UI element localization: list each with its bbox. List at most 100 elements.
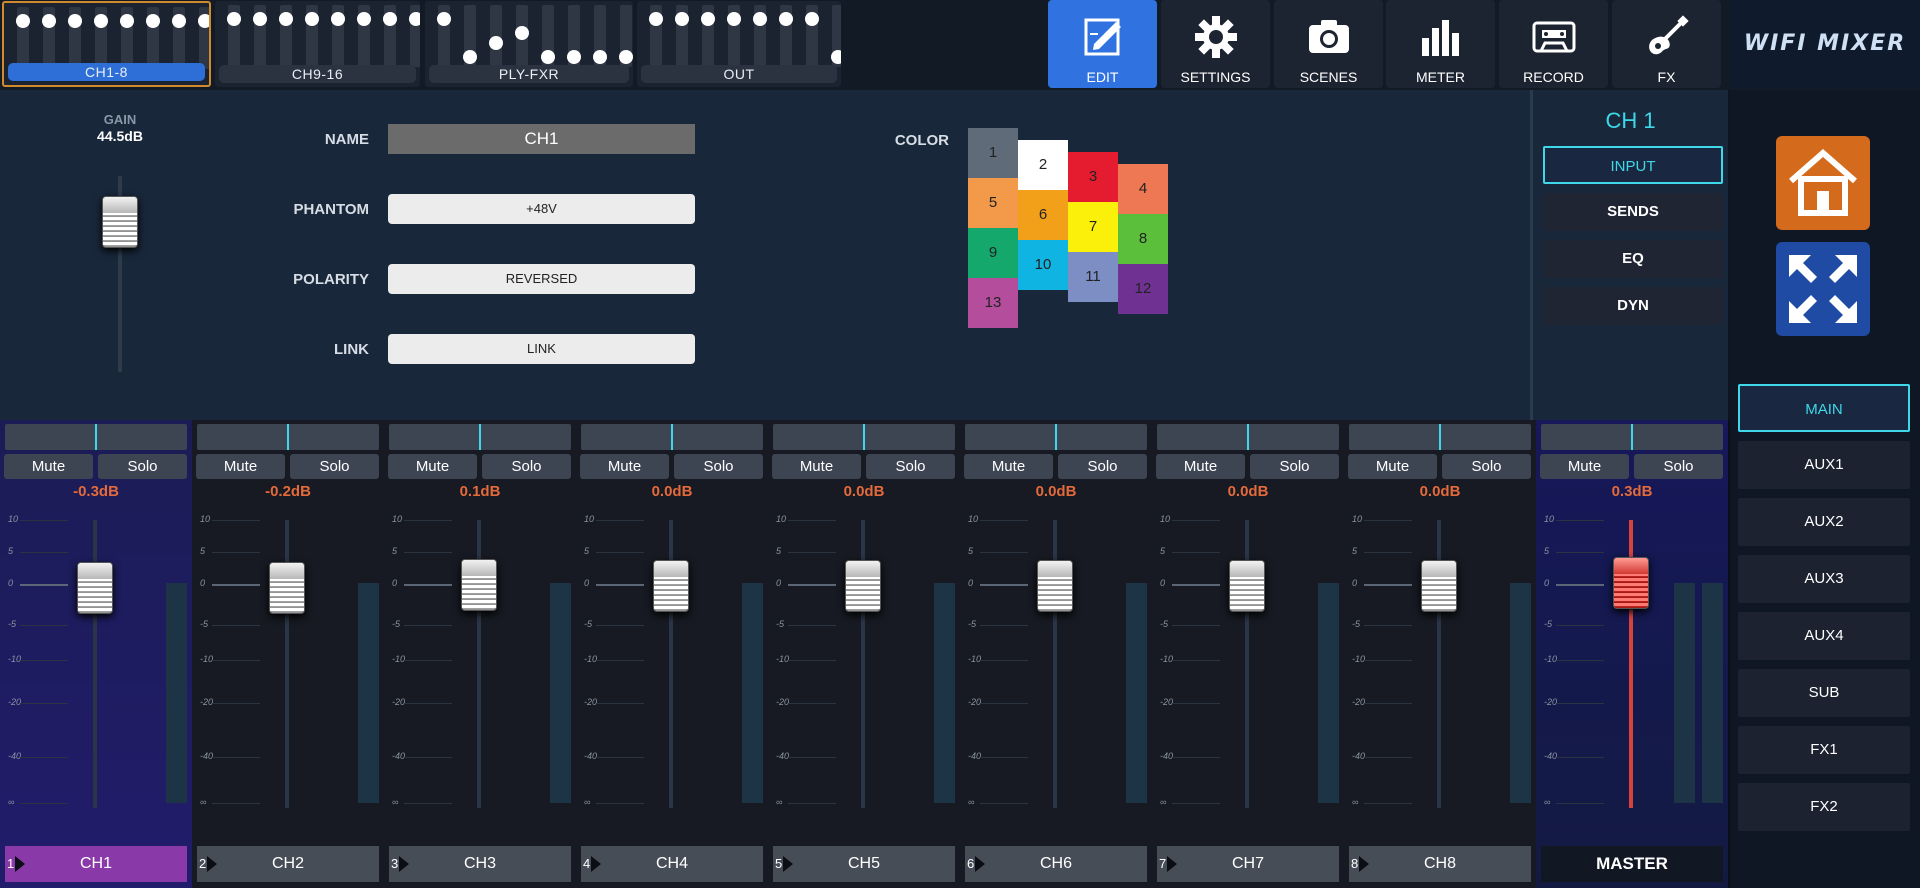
bank-ch9-16[interactable]: CH9-16 [215,1,420,87]
nav-sends-button[interactable]: SENDS [1543,193,1723,231]
gain-fader[interactable] [102,196,138,248]
color-swatch-7[interactable]: 7 [1068,202,1118,252]
channel-name-label[interactable]: CH2 [197,846,379,882]
toolbar-fx-button[interactable]: FX [1612,0,1721,88]
nav-eq-button[interactable]: EQ [1543,240,1723,278]
channel-fader[interactable] [269,562,305,614]
channel-fader[interactable] [1421,560,1457,612]
channel-name-label[interactable]: CH6 [965,846,1147,882]
phantom-field[interactable]: +48V [388,194,695,224]
channel-fader[interactable] [1037,560,1073,612]
mute-button[interactable]: Mute [772,454,861,479]
scale-label: -10 [968,654,982,664]
scale-label: 0 [392,578,398,588]
solo-button[interactable]: Solo [1058,454,1147,479]
bank-out[interactable]: OUT [637,1,841,87]
output-aux3-button[interactable]: AUX3 [1738,555,1910,603]
color-swatch-1[interactable]: 1 [968,128,1018,178]
color-swatch-3[interactable]: 3 [1068,152,1118,202]
home-icon[interactable] [1776,136,1870,230]
scale-label: -10 [200,654,214,664]
toolbar-record-button[interactable]: RECORD [1499,0,1608,88]
output-aux2-button[interactable]: AUX2 [1738,498,1910,546]
channel-name-label[interactable]: CH7 [1157,846,1339,882]
color-swatch-5[interactable]: 5 [968,178,1018,228]
gain-db-readout: 0.3dB [1611,483,1653,500]
bank-mini-fader-knob [16,14,30,28]
channel-name-label[interactable]: CH5 [773,846,955,882]
channel-fader[interactable] [1613,557,1649,609]
solo-button[interactable]: Solo [1250,454,1339,479]
channel-fader[interactable] [845,560,881,612]
pan-control[interactable] [1157,424,1339,450]
channel-name-label[interactable]: CH1 [5,846,187,882]
pan-control[interactable] [389,424,571,450]
polarity-field[interactable]: REVERSED [388,264,695,294]
mute-button[interactable]: Mute [1540,454,1629,479]
toolbar-scenes-button[interactable]: SCENES [1274,0,1383,88]
output-sub-button[interactable]: SUB [1738,669,1910,717]
name-field[interactable]: CH1 [388,124,695,154]
channel-name-label[interactable]: CH4 [581,846,763,882]
gain-db-readout: 0.0dB [1419,483,1461,500]
solo-button[interactable]: Solo [290,454,379,479]
channel-fader[interactable] [461,559,497,611]
output-fx2-button[interactable]: FX2 [1738,783,1910,831]
solo-button[interactable]: Solo [866,454,955,479]
mute-button[interactable]: Mute [1156,454,1245,479]
pan-control[interactable] [5,424,187,450]
channel-fader[interactable] [77,562,113,614]
output-main-button[interactable]: MAIN [1738,384,1910,432]
output-aux1-button[interactable]: AUX1 [1738,441,1910,489]
solo-button[interactable]: Solo [1634,454,1723,479]
mute-button[interactable]: Mute [196,454,285,479]
toolbar-meter-button[interactable]: METER [1386,0,1495,88]
nav-input-button[interactable]: INPUT [1543,146,1723,184]
pan-control[interactable] [581,424,763,450]
mute-button[interactable]: Mute [580,454,669,479]
channel-number: 8 [1349,846,1369,882]
pan-control[interactable] [1541,424,1723,450]
scale-label: -40 [584,751,598,761]
solo-button[interactable]: Solo [674,454,763,479]
color-swatch-4[interactable]: 4 [1118,164,1168,214]
color-swatch-13[interactable]: 13 [968,278,1018,328]
bank-mini-fader-knob [120,14,134,28]
bank-mini-fader [305,5,319,67]
mute-button[interactable]: Mute [388,454,477,479]
mute-button[interactable]: Mute [4,454,93,479]
mute-button[interactable]: Mute [1348,454,1437,479]
color-swatch-10[interactable]: 10 [1018,240,1068,290]
mute-button[interactable]: Mute [964,454,1053,479]
color-swatch-12[interactable]: 12 [1118,264,1168,314]
pan-control[interactable] [1349,424,1531,450]
color-swatch-8[interactable]: 8 [1118,214,1168,264]
output-fx1-button[interactable]: FX1 [1738,726,1910,774]
solo-button[interactable]: Solo [482,454,571,479]
bank-ply-fxr[interactable]: PLY-FXR [425,1,633,87]
channel-name-label[interactable]: MASTER [1541,846,1723,882]
pan-control[interactable] [773,424,955,450]
solo-button[interactable]: Solo [1442,454,1531,479]
toolbar-edit-button[interactable]: EDIT [1048,0,1157,88]
nav-dyn-button[interactable]: DYN [1543,287,1723,325]
color-swatch-11[interactable]: 11 [1068,252,1118,302]
color-swatch-2[interactable]: 2 [1018,140,1068,190]
scale-tick [1556,703,1604,704]
toolbar-settings-button[interactable]: SETTINGS [1161,0,1270,88]
pan-control[interactable] [965,424,1147,450]
channel-name-label[interactable]: CH3 [389,846,571,882]
bank-mini-fader-knob [42,14,56,28]
color-swatch-6[interactable]: 6 [1018,190,1068,240]
solo-button[interactable]: Solo [98,454,187,479]
channel-name-label[interactable]: CH8 [1349,846,1531,882]
bank-ch1-8[interactable]: CH1-8 [2,1,211,87]
expand-icon[interactable] [1776,242,1870,336]
color-swatch-9[interactable]: 9 [968,228,1018,278]
link-field[interactable]: LINK [388,334,695,364]
channel-fader[interactable] [653,560,689,612]
scale-label: ∞ [8,797,15,807]
channel-fader[interactable] [1229,560,1265,612]
pan-control[interactable] [197,424,379,450]
output-aux4-button[interactable]: AUX4 [1738,612,1910,660]
